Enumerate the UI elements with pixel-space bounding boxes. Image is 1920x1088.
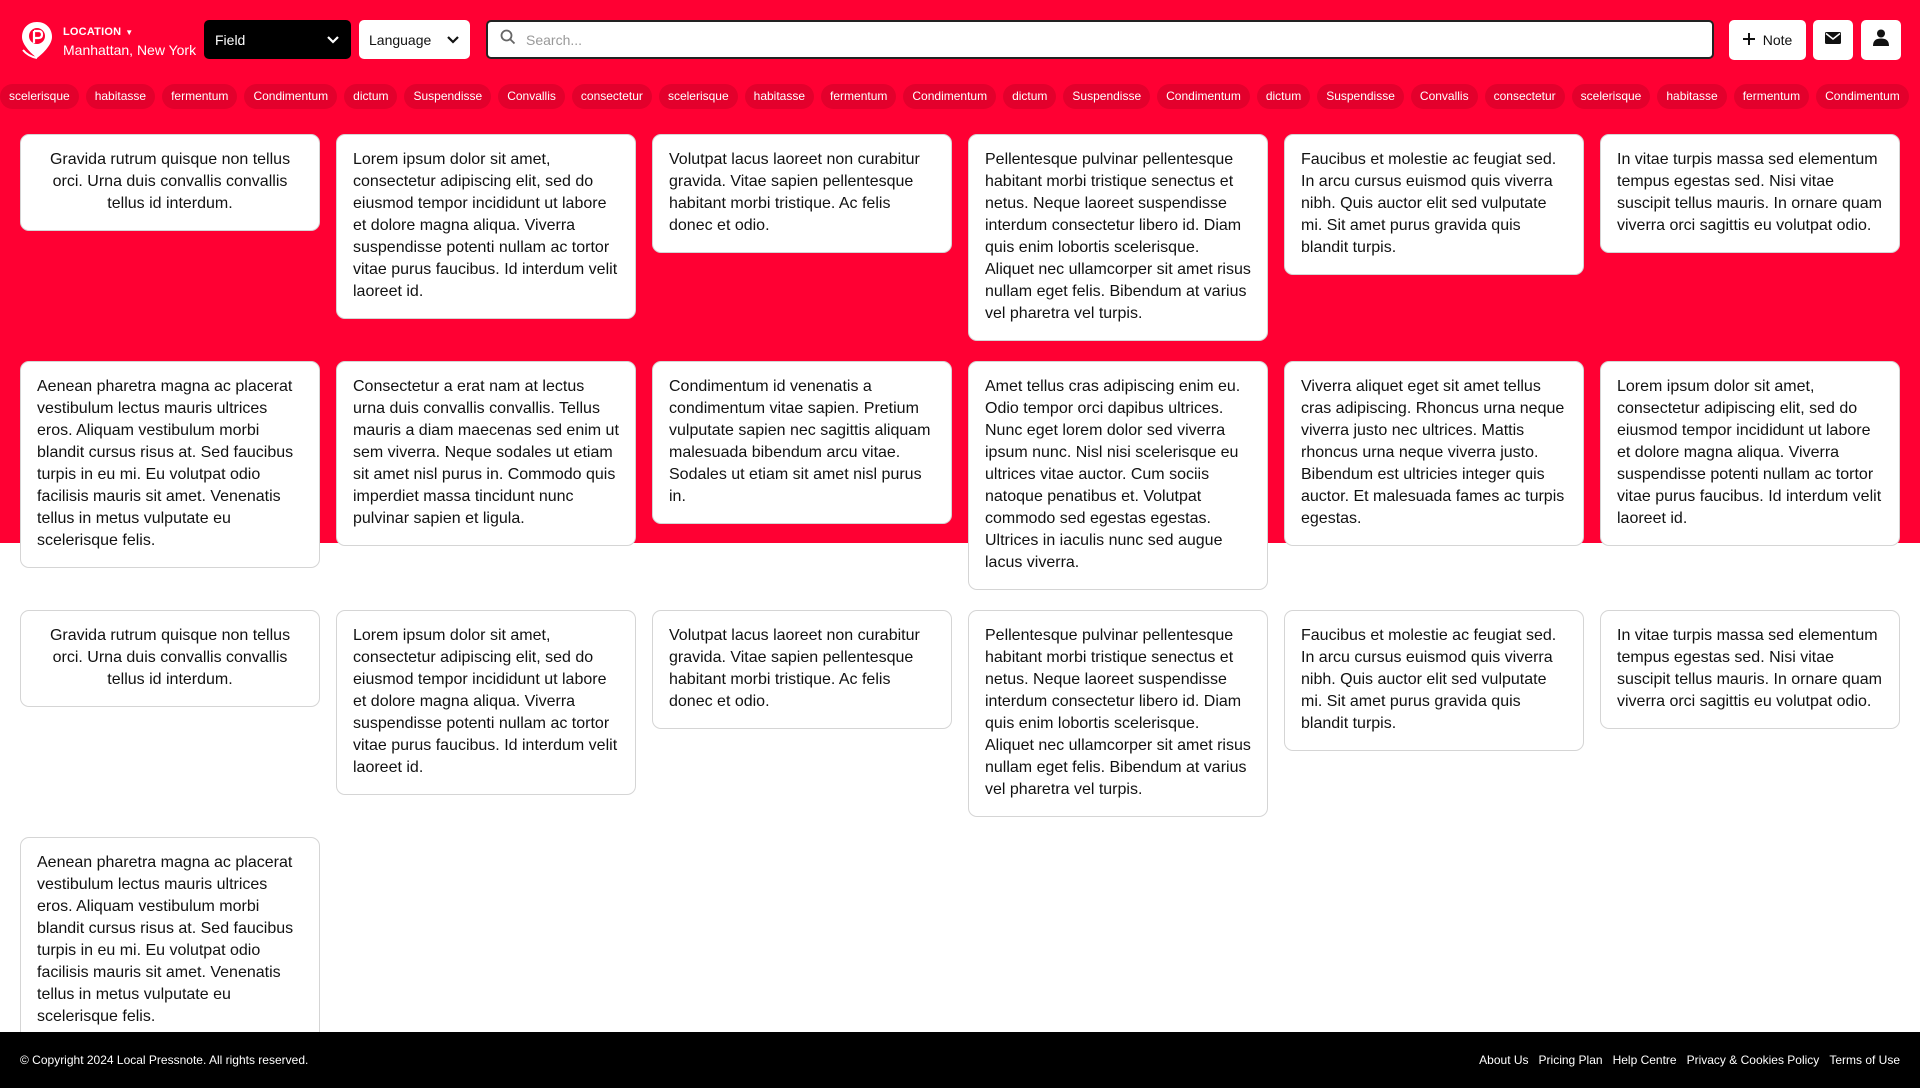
tag-chip[interactable]: dictum	[1256, 84, 1311, 109]
tag-chip[interactable]: fermentum	[1733, 84, 1810, 109]
note-card[interactable]: Pellentesque pulvinar pellentesque habit…	[968, 610, 1268, 817]
note-card[interactable]: Faucibus et molestie ac feugiat sed. In …	[1284, 610, 1584, 751]
caret-down-icon: ▼	[125, 27, 134, 37]
tag-chip[interactable]: dictum	[1003, 84, 1057, 109]
tag-chip[interactable]: Condimentum	[1816, 84, 1909, 109]
top-header: LOCATION ▼ Manhattan, New York Field Lan…	[0, 0, 1920, 80]
note-card[interactable]: Gravida rutrum quisque non tellus orci. …	[20, 610, 320, 707]
tag-chip[interactable]: Condimentum	[903, 84, 997, 109]
footer-link[interactable]: Pricing Plan	[1539, 1053, 1603, 1067]
note-card[interactable]: Aenean pharetra magna ac placerat vestib…	[20, 361, 320, 568]
messages-button[interactable]	[1813, 20, 1853, 60]
tag-chip[interactable]: dictum	[344, 84, 398, 109]
tag-chip[interactable]: Suspendisse	[404, 84, 492, 109]
chevron-down-icon	[326, 32, 340, 48]
footer-links: About Us Pricing Plan Help Centre Privacy &…	[1479, 1053, 1900, 1067]
search-bar	[486, 20, 1714, 59]
pin-logo-icon[interactable]	[19, 20, 55, 60]
tag-chip[interactable]: habitasse	[85, 84, 156, 109]
tag-chip[interactable]: fermentum	[162, 84, 238, 109]
notes-grid: Gravida rutrum quisque non tellus orci. …	[20, 134, 1900, 1044]
footer-link[interactable]: Help Centre	[1613, 1053, 1677, 1067]
tag-chip[interactable]: Condimentum	[1157, 84, 1250, 109]
tag-strip: scelerisque habitasse fermentum Condimentum…	[0, 84, 1920, 109]
language-select-value: Language	[369, 31, 432, 48]
footer-link[interactable]: About Us	[1479, 1053, 1528, 1067]
add-note-button[interactable]: Note	[1729, 20, 1806, 60]
location-label: LOCATION	[63, 26, 122, 38]
note-card[interactable]: Consectetur a erat nam at lectus urna du…	[336, 361, 636, 546]
tag-chip[interactable]: Condimentum	[244, 84, 338, 109]
tag-chip[interactable]: Suspendisse	[1317, 84, 1404, 109]
chevron-down-icon	[446, 32, 460, 48]
add-note-label: Note	[1762, 32, 1793, 48]
language-select[interactable]: Language	[359, 20, 470, 59]
note-card[interactable]: Volutpat lacus laoreet non curabitur gra…	[652, 610, 952, 729]
tag-chip[interactable]: habitasse	[1657, 84, 1727, 109]
search-icon	[500, 29, 516, 50]
field-select[interactable]: Field	[204, 20, 351, 59]
note-card[interactable]: Faucibus et molestie ac feugiat sed. In …	[1284, 134, 1584, 275]
note-card[interactable]: Viverra aliquet eget sit amet tellus cra…	[1284, 361, 1584, 546]
tag-chip[interactable]: Convallis	[1410, 84, 1478, 109]
note-card[interactable]: In vitae turpis massa sed elementum temp…	[1600, 134, 1900, 253]
note-card[interactable]: Pellentesque pulvinar pellentesque habit…	[968, 134, 1268, 341]
footer: © Copyright 2024 Local Pressnote. All ri…	[0, 1032, 1920, 1088]
plus-icon	[1742, 32, 1755, 48]
field-select-value: Field	[215, 31, 246, 48]
footer-link[interactable]: Terms of Use	[1829, 1053, 1900, 1067]
search-input[interactable]	[526, 31, 1700, 48]
tag-chip[interactable]: habitasse	[744, 84, 815, 109]
tag-chip[interactable]: scelerisque	[0, 84, 79, 109]
note-card[interactable]: Lorem ipsum dolor sit amet, consectetur …	[1600, 361, 1900, 546]
note-card[interactable]: In vitae turpis massa sed elementum temp…	[1600, 610, 1900, 729]
note-card[interactable]: Gravida rutrum quisque non tellus orci. …	[20, 134, 320, 231]
note-card[interactable]: Aenean pharetra magna ac placerat vestib…	[20, 837, 320, 1044]
tag-chip[interactable]: Suspendisse	[1063, 84, 1151, 109]
footer-link[interactable]: Privacy & Cookies Policy	[1687, 1053, 1820, 1067]
user-profile-button[interactable]	[1861, 20, 1901, 60]
note-card[interactable]: Volutpat lacus laoreet non curabitur gra…	[652, 134, 952, 253]
tag-chip[interactable]: fermentum	[821, 84, 897, 109]
envelope-icon	[1825, 31, 1841, 49]
copyright-text: © Copyright 2024 Local Pressnote. All ri…	[20, 1053, 309, 1067]
tag-chip[interactable]: scelerisque	[658, 84, 738, 109]
note-card[interactable]: Condimentum id venenatis a condimentum v…	[652, 361, 952, 524]
location-selector[interactable]: LOCATION ▼ Manhattan, New York	[63, 24, 196, 58]
tag-chip[interactable]: Convallis	[498, 84, 565, 109]
tag-chip[interactable]: consectetur	[1484, 84, 1565, 109]
note-card[interactable]: Lorem ipsum dolor sit amet, consectetur …	[336, 610, 636, 795]
tag-chip[interactable]: scelerisque	[1571, 84, 1651, 109]
note-card[interactable]: Lorem ipsum dolor sit amet, consectetur …	[336, 134, 636, 319]
tag-chip[interactable]: consectetur	[571, 84, 652, 109]
note-card[interactable]: Amet tellus cras adipiscing enim eu. Odi…	[968, 361, 1268, 590]
user-icon	[1873, 29, 1889, 51]
location-city: Manhattan, New York	[63, 42, 197, 58]
